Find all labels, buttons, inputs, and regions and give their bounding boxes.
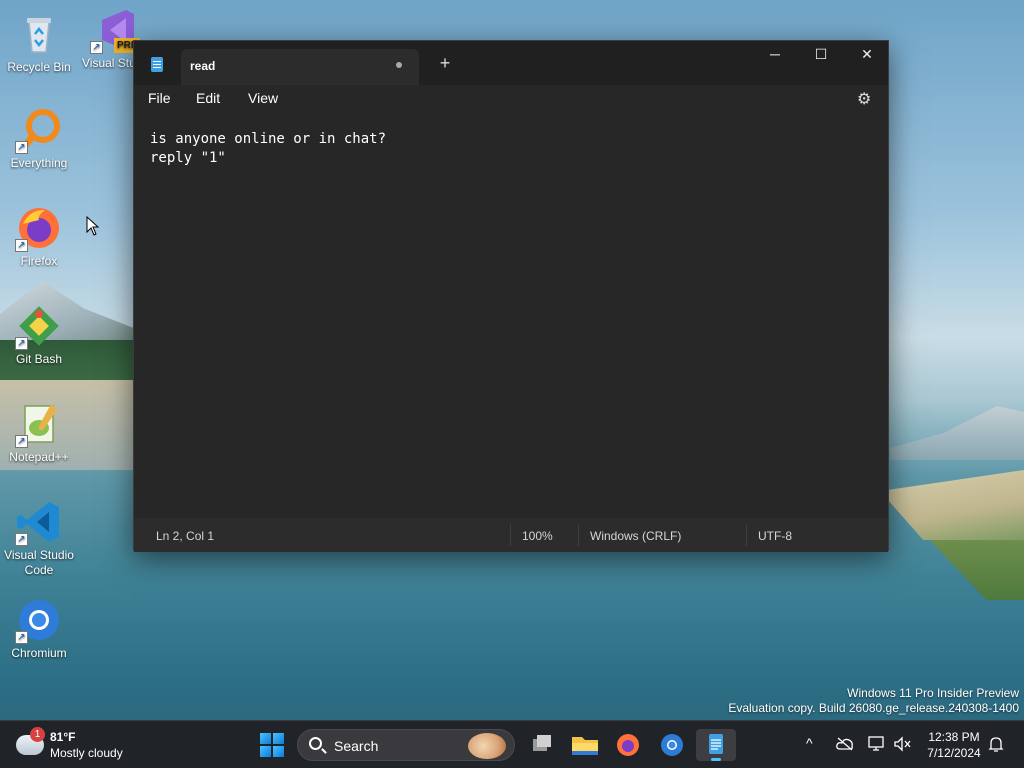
maximize-button[interactable]: ☐ [798,41,844,69]
search-label: Search [334,738,379,754]
minimize-button[interactable]: ─ [752,41,798,69]
search-highlight-image [468,733,506,759]
taskbar-search[interactable]: Search [297,729,515,761]
weather-description: Mostly cloudy [50,746,123,760]
encoding: UTF-8 [758,529,792,543]
desktop-icon-git-bash[interactable]: ↗ Git Bash [0,302,78,367]
menu-file[interactable]: File [148,90,171,106]
desktop-icon-label: Everything [10,156,68,170]
system-clock[interactable]: 12:38 PM 7/12/2024 [922,729,986,761]
notepad-icon [709,734,723,754]
visual-studio-icon: PRE ↗ [90,6,140,54]
desktop-icon-chromium[interactable]: ↗ Chromium [0,596,78,661]
status-bar: Ln 2, Col 1 100% Windows (CRLF) UTF-8 [134,518,888,552]
new-tab-button[interactable]: + [435,53,455,74]
editor-line: is anyone online or in chat? [150,131,387,147]
desktop-icon-firefox[interactable]: ↗ Firefox [0,204,78,269]
task-view-icon [533,735,551,751]
desktop-icon-vscode[interactable]: ↗ Visual Studio Code [0,498,78,578]
network-icon[interactable] [868,736,886,752]
folder-icon [572,737,598,755]
line-ending: Windows (CRLF) [590,529,682,543]
desktop-icon-label: Chromium [11,646,67,660]
chevron-up-icon[interactable]: ^ [806,735,813,751]
notepad-window[interactable]: read + ─ ☐ ✕ File Edit View ⚙ is anyone … [133,40,889,552]
status-divider [746,524,747,546]
cursor-position: Ln 2, Col 1 [156,529,215,543]
chromium-icon [661,734,683,756]
desktop-icon-visual-studio[interactable]: PRE ↗ Visual Studio 2022 Preview [80,6,140,71]
status-divider [578,524,579,546]
desktop-icon-recycle-bin[interactable]: Recycle Bin [0,10,78,75]
status-divider [510,524,511,546]
taskbar-notepad[interactable] [696,729,736,761]
desktop-icon-label: Visual Studio Code [4,548,74,577]
taskbar: 1 81°F Mostly cloudy Search ^ 12:38 PM 7… [0,720,1024,768]
shortcut-arrow-icon: ↗ [90,41,103,54]
notepad-app-icon [151,57,163,72]
search-icon [309,737,322,750]
title-bar[interactable]: read + ─ ☐ ✕ [134,41,888,85]
taskbar-chromium[interactable] [652,729,692,761]
unsaved-indicator-icon[interactable] [396,62,402,68]
text-editor[interactable]: is anyone online or in chat? reply "1" [134,113,888,518]
desktop-icon-label: Notepad++ [9,450,69,464]
vscode-icon: ↗ [15,498,63,546]
desktop-icon-label: Git Bash [15,352,63,366]
weather-alert-badge: 1 [30,727,45,742]
desktop-icon-notepad-plus-plus[interactable]: ↗ Notepad++ [0,400,78,465]
everything-search-icon: ↗ [15,106,63,154]
start-button[interactable] [260,733,284,757]
clock-time: 12:38 PM [928,730,980,744]
active-app-indicator [711,758,721,761]
gear-icon[interactable]: ⚙ [857,89,871,109]
windows-logo-icon [260,733,271,744]
desktop-icon-everything[interactable]: ↗ Everything [0,106,78,171]
menu-view[interactable]: View [248,90,278,106]
clock-date: 7/12/2024 [927,746,981,760]
shortcut-arrow-icon: ↗ [15,141,28,154]
watermark-build: Evaluation copy. Build 26080.ge_release.… [728,701,1019,715]
shortcut-arrow-icon: ↗ [15,533,28,546]
shortcut-arrow-icon: ↗ [15,631,28,644]
notepad-plus-plus-icon: ↗ [15,400,63,448]
taskbar-task-view[interactable] [521,729,561,761]
onedrive-offline-icon[interactable] [836,737,854,751]
menu-bar: File Edit View [134,85,888,113]
close-button[interactable]: ✕ [844,41,890,69]
tab-read[interactable]: read [181,49,419,85]
chromium-icon: ↗ [15,596,63,644]
taskbar-firefox[interactable] [608,729,648,761]
mouse-cursor-icon [86,216,100,236]
wallpaper-hill-right [890,406,1024,460]
desktop-icon-label: Visual Studio 2022 Preview [82,56,140,70]
notification-bell-icon[interactable] [988,736,1004,753]
editor-line: reply "1" [150,150,226,166]
watermark-edition: Windows 11 Pro Insider Preview [847,686,1019,700]
shortcut-arrow-icon: ↗ [15,435,28,448]
weather-temperature: 81°F [50,730,76,744]
taskbar-file-explorer[interactable] [565,729,605,761]
recycle-bin-icon [15,10,63,58]
menu-edit[interactable]: Edit [196,90,220,106]
firefox-icon: ↗ [15,204,63,252]
git-bash-icon: ↗ [15,302,63,350]
desktop-icon-label: Recycle Bin [7,60,71,74]
firefox-icon [617,734,639,756]
shortcut-arrow-icon: ↗ [15,239,28,252]
desktop-icon-label: Firefox [20,254,58,268]
windows-watermark: Windows 11 Pro Insider Preview Evaluatio… [728,686,1019,716]
wallpaper-grass [930,540,1024,600]
volume-muted-icon[interactable] [894,736,912,752]
tab-title: read [190,59,216,73]
shortcut-arrow-icon: ↗ [15,337,28,350]
zoom-level: 100% [522,529,553,543]
wallpaper-shore-right [880,470,1024,540]
